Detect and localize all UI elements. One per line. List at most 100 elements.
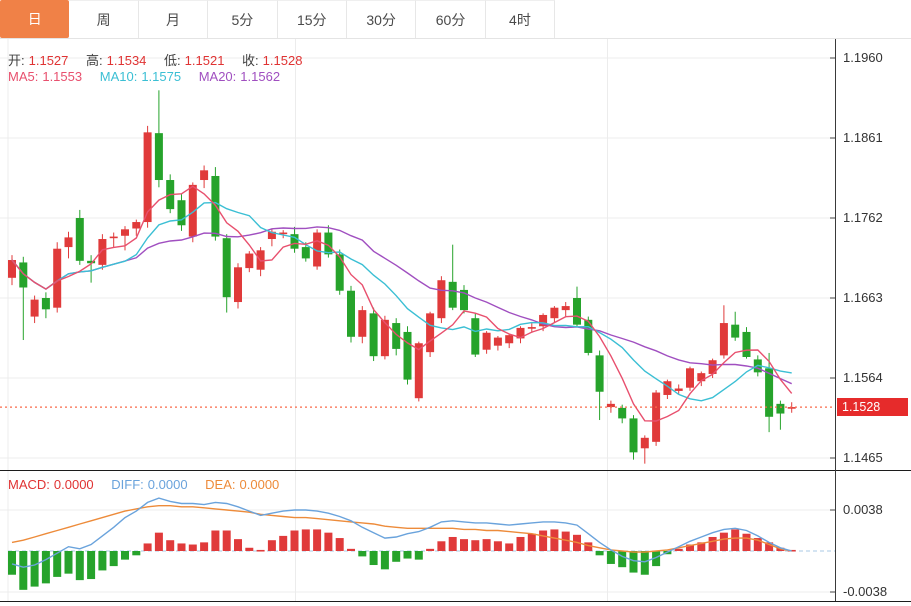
macd-axis-label: 0.0038 xyxy=(843,502,907,518)
macd-histogram-bar xyxy=(144,543,152,551)
macd-histogram-bar xyxy=(483,539,491,551)
candle-body xyxy=(743,332,751,357)
candle-body xyxy=(302,247,310,258)
main-price-chart[interactable] xyxy=(0,39,911,471)
macd-histogram-bar xyxy=(234,539,242,551)
macd-histogram-bar xyxy=(268,540,276,551)
macd-histogram-bar xyxy=(42,551,50,583)
candle-body xyxy=(347,291,355,337)
macd-histogram-bar xyxy=(370,551,378,565)
macd-histogram-bar xyxy=(720,533,728,551)
tab-15min[interactable]: 15分 xyxy=(278,0,347,38)
macd-histogram-bar xyxy=(87,551,95,579)
macd-histogram-bar xyxy=(630,551,638,573)
macd-label: MACD: xyxy=(8,477,50,492)
candle-body xyxy=(245,254,253,269)
tab-30min[interactable]: 30分 xyxy=(347,0,416,38)
macd-histogram-bar xyxy=(178,543,186,551)
macd-histogram-bar xyxy=(517,537,525,551)
macd-histogram-bar xyxy=(460,539,468,551)
macd-histogram-bar xyxy=(336,538,344,551)
dea-value: 0.0000 xyxy=(240,477,280,492)
macd-histogram-bar xyxy=(358,551,366,556)
candle-body xyxy=(505,335,513,343)
candle-body xyxy=(675,389,683,391)
price-axis-label: 1.1663 xyxy=(843,290,907,306)
macd-histogram-bar xyxy=(437,541,445,551)
candle-body xyxy=(370,313,378,356)
candle-body xyxy=(731,325,739,338)
candle-body xyxy=(630,418,638,452)
macd-histogram-bar xyxy=(121,551,129,560)
macd-histogram-bar xyxy=(166,540,174,551)
candle-body xyxy=(562,306,570,310)
candle-body xyxy=(155,133,163,180)
macd-histogram-bar xyxy=(550,529,558,551)
macd-histogram-bar xyxy=(324,533,332,551)
macd-histogram-bar xyxy=(31,551,39,587)
price-axis-label: 1.1465 xyxy=(843,450,907,466)
tab-5min[interactable]: 5分 xyxy=(208,0,277,38)
macd-legend: MACD:0.0000 DIFF:0.0000 DEA:0.0000 xyxy=(8,477,283,492)
macd-histogram-bar xyxy=(494,541,502,551)
macd-histogram-bar xyxy=(223,531,231,552)
ma-legend: MA5:1.1553 MA10:1.1575 MA20:1.1562 xyxy=(8,69,284,84)
candle-body xyxy=(76,218,84,261)
macd-histogram-bar xyxy=(596,551,604,555)
ma20-label: MA20: xyxy=(199,69,237,84)
macd-histogram-bar xyxy=(245,548,253,551)
ma10-value: 1.1575 xyxy=(141,69,181,84)
candle-body xyxy=(652,393,660,442)
macd-histogram-bar xyxy=(743,534,751,551)
candle-body xyxy=(471,318,479,354)
close-label: 收: xyxy=(242,53,259,68)
candle-body xyxy=(596,355,604,391)
candle-body xyxy=(449,282,457,308)
timeframe-tabbar: 日周月5分15分30分60分4时 xyxy=(0,0,911,39)
macd-histogram-bar xyxy=(189,545,197,551)
candle-body xyxy=(178,200,186,225)
tab-week[interactable]: 周 xyxy=(69,0,138,38)
macd-histogram-bar xyxy=(347,549,355,551)
macd-value: 0.0000 xyxy=(54,477,94,492)
open-label: 开: xyxy=(8,53,25,68)
panel-divider-bottom xyxy=(0,601,911,602)
candle-body xyxy=(98,239,106,265)
ma10-label: MA10: xyxy=(100,69,138,84)
macd-histogram-bar xyxy=(291,531,299,552)
candle-body xyxy=(121,229,129,235)
tab-day[interactable]: 日 xyxy=(0,0,69,38)
macd-histogram-bar xyxy=(731,529,739,551)
candle-body xyxy=(415,343,423,398)
macd-histogram-bar xyxy=(132,551,140,555)
tab-4hour[interactable]: 4时 xyxy=(486,0,555,38)
candle-body xyxy=(53,249,61,308)
panel-divider-top xyxy=(0,470,911,471)
macd-histogram-bar xyxy=(19,551,27,590)
candle-body xyxy=(358,310,366,337)
candle-body xyxy=(483,333,491,350)
ma20-line xyxy=(12,227,792,384)
macd-histogram-bar xyxy=(155,533,163,551)
high-value: 1.1534 xyxy=(107,53,147,68)
candle-body xyxy=(336,254,344,290)
macd-histogram-bar xyxy=(98,551,106,570)
tab-month[interactable]: 月 xyxy=(139,0,208,38)
macd-histogram-bar xyxy=(65,551,73,574)
macd-histogram-bar xyxy=(528,534,536,551)
candle-body xyxy=(494,338,502,346)
candle-body xyxy=(437,280,445,318)
tab-60min[interactable]: 60分 xyxy=(416,0,485,38)
macd-histogram-bar xyxy=(381,551,389,569)
kline-chart-app: 日周月5分15分30分60分4时 开:1.1527 高:1.1534 低:1.1… xyxy=(0,0,911,606)
macd-histogram-bar xyxy=(709,537,717,551)
macd-histogram-bar xyxy=(415,551,423,560)
dea-line xyxy=(12,506,792,552)
candle-body xyxy=(765,368,773,416)
macd-histogram-bar xyxy=(618,551,626,567)
current-price-value: 1.1528 xyxy=(842,400,880,414)
macd-histogram-bar xyxy=(110,551,118,566)
macd-histogram-bar xyxy=(76,551,84,580)
price-axis-label: 1.1762 xyxy=(843,210,907,226)
candle-body xyxy=(200,170,208,180)
